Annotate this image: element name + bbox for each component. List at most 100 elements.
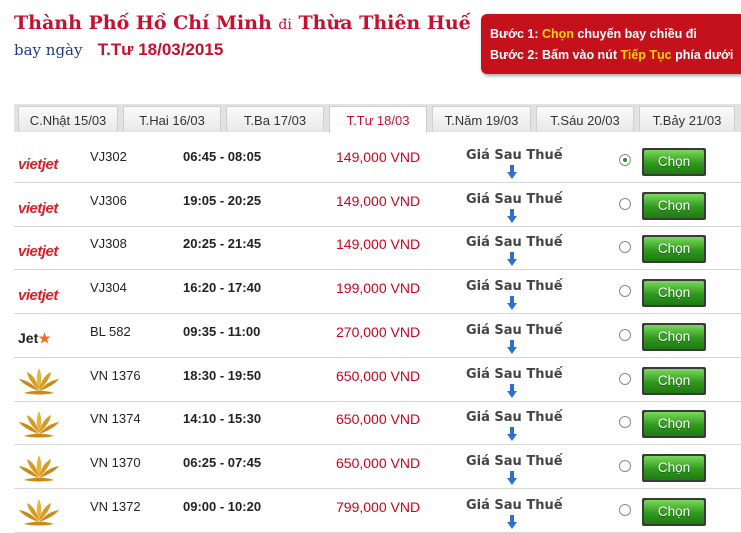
choose-button-label: Chọn bbox=[644, 456, 704, 480]
price-after-tax-label: Giá Sau Thuế bbox=[466, 235, 563, 250]
flight-number: BL 582 bbox=[90, 324, 131, 339]
arrow-down-icon[interactable] bbox=[506, 339, 518, 355]
step2-highlight: Tiếp Tục bbox=[620, 48, 672, 62]
flight-select-radio[interactable] bbox=[619, 373, 631, 385]
flight-time: 14:10 - 15:30 bbox=[183, 411, 262, 426]
date-tab[interactable]: T.Sáu 20/03 bbox=[536, 106, 634, 131]
date-tab[interactable]: T.Tư 18/03 bbox=[329, 106, 427, 133]
choose-flight-button[interactable]: Chọn bbox=[642, 498, 706, 526]
choose-flight-button[interactable]: Chọn bbox=[642, 148, 706, 176]
jetstar-logo: Jet★ bbox=[18, 330, 51, 347]
price-after-tax-label: Giá Sau Thuế bbox=[466, 498, 563, 513]
flight-row: vietjet VJ308 20:25 - 21:45 149,000 VND Giá … bbox=[14, 227, 741, 270]
arrow-down-icon[interactable] bbox=[506, 514, 518, 530]
flight-row: VN 1376 18:30 - 19:50 650,000 VND Giá Sau T… bbox=[14, 359, 741, 402]
flight-price: 650,000 VND bbox=[336, 411, 421, 427]
price-after-tax-label: Giá Sau Thuế bbox=[466, 323, 563, 338]
flight-select-radio[interactable] bbox=[619, 416, 631, 428]
choose-flight-button[interactable]: Chọn bbox=[642, 367, 706, 395]
date-tab[interactable]: T.Hai 16/03 bbox=[123, 106, 221, 131]
flight-number: VJ308 bbox=[90, 236, 127, 251]
price-after-tax-label: Giá Sau Thuế bbox=[466, 192, 563, 207]
choose-flight-button[interactable]: Chọn bbox=[642, 279, 706, 307]
flight-number: VN 1376 bbox=[90, 368, 141, 383]
flight-time: 09:00 - 10:20 bbox=[183, 499, 262, 514]
price-after-tax-label: Giá Sau Thuế bbox=[466, 148, 563, 163]
vietjet-logo: vietjet bbox=[18, 156, 58, 173]
choose-button-label: Chọn bbox=[644, 150, 704, 174]
choose-button-label: Chọn bbox=[644, 500, 704, 524]
flight-select-radio[interactable] bbox=[619, 504, 631, 516]
flight-price: 799,000 VND bbox=[336, 499, 421, 515]
arrow-down-icon[interactable] bbox=[506, 164, 518, 180]
flight-time: 18:30 - 19:50 bbox=[183, 368, 262, 383]
vietjet-logo: vietjet bbox=[18, 287, 58, 304]
flight-price: 149,000 VND bbox=[336, 149, 421, 165]
flight-row: vietjet VJ304 16:20 - 17:40 199,000 VND Giá … bbox=[14, 271, 741, 314]
step1-prefix: Bước 1: bbox=[490, 27, 542, 41]
instruction-step-1: Bước 1: Chọn chuyến bay chiều đi bbox=[490, 24, 741, 45]
choose-flight-button[interactable]: Chọn bbox=[642, 323, 706, 351]
price-after-tax-label: Giá Sau Thuế bbox=[466, 454, 563, 469]
flight-row: vietjet VJ302 06:45 - 08:05 149,000 VND Giá … bbox=[14, 140, 741, 183]
step1-suffix: chuyến bay chiều đi bbox=[573, 27, 697, 41]
origin-city: Thành Phố Hồ Chí Minh bbox=[14, 12, 272, 34]
date-tab[interactable]: T.Năm 19/03 bbox=[432, 106, 531, 131]
choose-button-label: Chọn bbox=[644, 281, 704, 305]
arrow-down-icon[interactable] bbox=[506, 295, 518, 311]
flight-price: 199,000 VND bbox=[336, 280, 421, 296]
flight-number: VJ304 bbox=[90, 280, 127, 295]
flight-row: VN 1372 09:00 - 10:20 799,000 VND Giá Sau T… bbox=[14, 490, 741, 533]
flight-number: VN 1370 bbox=[90, 455, 141, 470]
flight-select-radio[interactable] bbox=[619, 198, 631, 210]
step2-suffix: phía dưới bbox=[671, 48, 734, 62]
lotus-icon bbox=[19, 411, 59, 438]
price-after-tax-label: Giá Sau Thuế bbox=[466, 367, 563, 382]
choose-flight-button[interactable]: Chọn bbox=[642, 235, 706, 263]
lotus-icon bbox=[19, 368, 59, 395]
flight-select-radio[interactable] bbox=[619, 154, 631, 166]
choose-flight-button[interactable]: Chọn bbox=[642, 454, 706, 482]
arrow-down-icon[interactable] bbox=[506, 470, 518, 486]
step2-prefix: Bước 2: Bấm vào nút bbox=[490, 48, 621, 62]
flight-number: VN 1372 bbox=[90, 499, 141, 514]
flight-select-radio[interactable] bbox=[619, 329, 631, 341]
choose-flight-button[interactable]: Chọn bbox=[642, 410, 706, 438]
lotus-icon bbox=[19, 455, 59, 482]
flight-price: 650,000 VND bbox=[336, 455, 421, 471]
flight-row: Jet★ BL 582 09:35 - 11:00 270,000 VND Giá Sa… bbox=[14, 315, 741, 358]
choose-button-label: Chọn bbox=[644, 412, 704, 436]
step1-highlight: Chọn bbox=[541, 27, 574, 41]
route-title: Thành Phố Hồ Chí Minh đi Thừa Thiên Huế bbox=[14, 12, 471, 34]
arrow-down-icon[interactable] bbox=[506, 251, 518, 267]
flight-price: 149,000 VND bbox=[336, 193, 421, 209]
flight-select-radio[interactable] bbox=[619, 285, 631, 297]
flight-time: 19:05 - 20:25 bbox=[183, 193, 262, 208]
flight-row: VN 1374 14:10 - 15:30 650,000 VND Giá Sau T… bbox=[14, 402, 741, 445]
flight-select-radio[interactable] bbox=[619, 241, 631, 253]
flight-row: VN 1370 06:25 - 07:45 650,000 VND Giá Sau T… bbox=[14, 446, 741, 489]
star-icon: ★ bbox=[38, 330, 51, 346]
flight-time: 16:20 - 17:40 bbox=[183, 280, 262, 295]
date-tab[interactable]: C.Nhật 15/03 bbox=[18, 106, 118, 131]
vietjet-logo: vietjet bbox=[18, 200, 58, 217]
destination-city: Thừa Thiên Huế bbox=[298, 12, 471, 34]
jetstar-logo-text: Jet bbox=[18, 330, 39, 346]
flight-price: 270,000 VND bbox=[336, 324, 421, 340]
arrow-down-icon[interactable] bbox=[506, 426, 518, 442]
flight-row: vietjet VJ306 19:05 - 20:25 149,000 VND Giá … bbox=[14, 184, 741, 227]
vietjet-logo: vietjet bbox=[18, 243, 58, 260]
flight-time: 20:25 - 21:45 bbox=[183, 236, 262, 251]
arrow-down-icon[interactable] bbox=[506, 383, 518, 399]
instruction-step-2: Bước 2: Bấm vào nút Tiếp Tục phía dưới bbox=[490, 45, 741, 66]
flight-select-radio[interactable] bbox=[619, 460, 631, 472]
choose-button-label: Chọn bbox=[644, 369, 704, 393]
flight-time: 09:35 - 11:00 bbox=[183, 324, 261, 339]
date-tab[interactable]: T.Ba 17/03 bbox=[226, 106, 324, 131]
instructions-panel: Bước 1: Chọn chuyến bay chiều đi Bước 2:… bbox=[481, 14, 741, 74]
choose-flight-button[interactable]: Chọn bbox=[642, 192, 706, 220]
choose-button-label: Chọn bbox=[644, 325, 704, 349]
arrow-down-icon[interactable] bbox=[506, 208, 518, 224]
date-tab[interactable]: T.Bảy 21/03 bbox=[639, 106, 735, 131]
flight-number: VJ306 bbox=[90, 193, 127, 208]
